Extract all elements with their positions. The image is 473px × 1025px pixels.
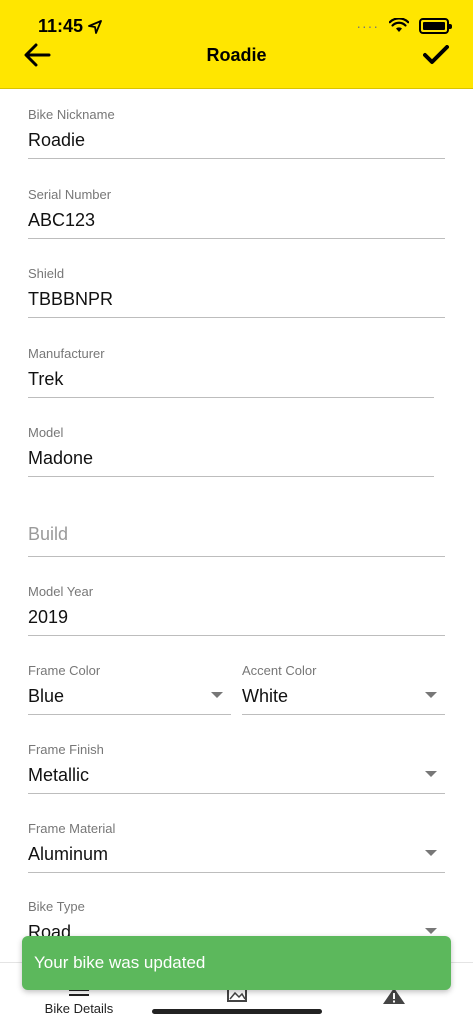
model-field[interactable]: Model Madone bbox=[28, 425, 434, 477]
frame-finish-select[interactable]: Frame Finish Metallic bbox=[28, 742, 445, 794]
accent-color-select[interactable]: Accent Color White bbox=[242, 663, 445, 715]
frame-material-value: Aluminum bbox=[28, 844, 109, 864]
nickname-underline bbox=[28, 158, 445, 159]
manufacturer-field[interactable]: Manufacturer Trek bbox=[28, 346, 434, 398]
nickname-field[interactable]: Bike Nickname Roadie bbox=[28, 107, 445, 159]
model-year-field[interactable]: Model Year 2019 bbox=[28, 584, 445, 636]
frame-finish-chevron-down-icon bbox=[425, 771, 437, 777]
frame-color-value: Blue bbox=[28, 686, 65, 706]
serial-number-value: ABC123 bbox=[28, 210, 96, 230]
frame-finish-value: Metallic bbox=[28, 765, 90, 785]
manufacturer-label: Manufacturer bbox=[28, 346, 105, 361]
model-year-value: 2019 bbox=[28, 607, 69, 627]
status-icons: ···· bbox=[356, 14, 452, 38]
model-underline bbox=[28, 476, 434, 477]
status-time: 11:45 bbox=[38, 16, 84, 36]
serial-number-label: Serial Number bbox=[28, 187, 112, 202]
shield-label: Shield bbox=[28, 266, 65, 281]
build-field[interactable]: Build bbox=[28, 524, 445, 557]
tab-bike-details-label: Bike Details bbox=[44, 1001, 114, 1016]
nickname-label: Bike Nickname bbox=[28, 107, 115, 122]
bike-type-label: Bike Type bbox=[28, 899, 85, 914]
accent-color-underline bbox=[242, 714, 445, 715]
model-label: Model bbox=[28, 425, 64, 440]
accent-color-value: White bbox=[242, 686, 289, 706]
frame-color-label: Frame Color bbox=[28, 663, 101, 678]
wifi-icon bbox=[389, 18, 409, 32]
bike-type-chevron-down-icon bbox=[425, 928, 437, 934]
manufacturer-value: Trek bbox=[28, 369, 64, 389]
checkmark-icon bbox=[423, 45, 449, 64]
build-underline bbox=[28, 556, 445, 557]
model-year-label: Model Year bbox=[28, 584, 94, 599]
shield-underline bbox=[28, 317, 445, 318]
serial-number-field[interactable]: Serial Number ABC123 bbox=[28, 187, 445, 239]
battery-icon bbox=[419, 18, 452, 34]
location-arrow-icon bbox=[88, 20, 102, 34]
header-bar: 11:45 ···· Roadie bbox=[0, 0, 473, 89]
nickname-value: Roadie bbox=[28, 130, 86, 150]
frame-material-select[interactable]: Frame Material Aluminum bbox=[28, 821, 445, 873]
model-year-underline bbox=[28, 635, 445, 636]
frame-finish-label: Frame Finish bbox=[28, 742, 104, 757]
page-title: Roadie bbox=[206, 45, 267, 65]
serial-number-underline bbox=[28, 238, 445, 239]
frame-color-select[interactable]: Frame Color Blue bbox=[28, 663, 231, 715]
frame-finish-underline bbox=[28, 793, 445, 794]
cellular-signal-icon: ···· bbox=[356, 18, 379, 34]
accent-color-label: Accent Color bbox=[242, 663, 317, 678]
frame-color-underline bbox=[28, 714, 231, 715]
shield-value: TBBBNPR bbox=[28, 289, 114, 309]
model-value: Madone bbox=[28, 448, 94, 468]
frame-color-chevron-down-icon bbox=[211, 692, 223, 698]
accent-color-chevron-down-icon bbox=[425, 692, 437, 698]
shield-field[interactable]: Shield TBBBNPR bbox=[28, 266, 445, 318]
frame-material-chevron-down-icon bbox=[425, 850, 437, 856]
build-placeholder: Build bbox=[28, 524, 69, 544]
home-indicator bbox=[152, 1009, 322, 1014]
manufacturer-underline bbox=[28, 397, 434, 398]
save-button[interactable] bbox=[421, 42, 451, 68]
frame-material-underline bbox=[28, 872, 445, 873]
frame-material-label: Frame Material bbox=[28, 821, 116, 836]
update-toast: Your bike was updated bbox=[22, 936, 451, 990]
toast-message: Your bike was updated bbox=[34, 953, 206, 972]
